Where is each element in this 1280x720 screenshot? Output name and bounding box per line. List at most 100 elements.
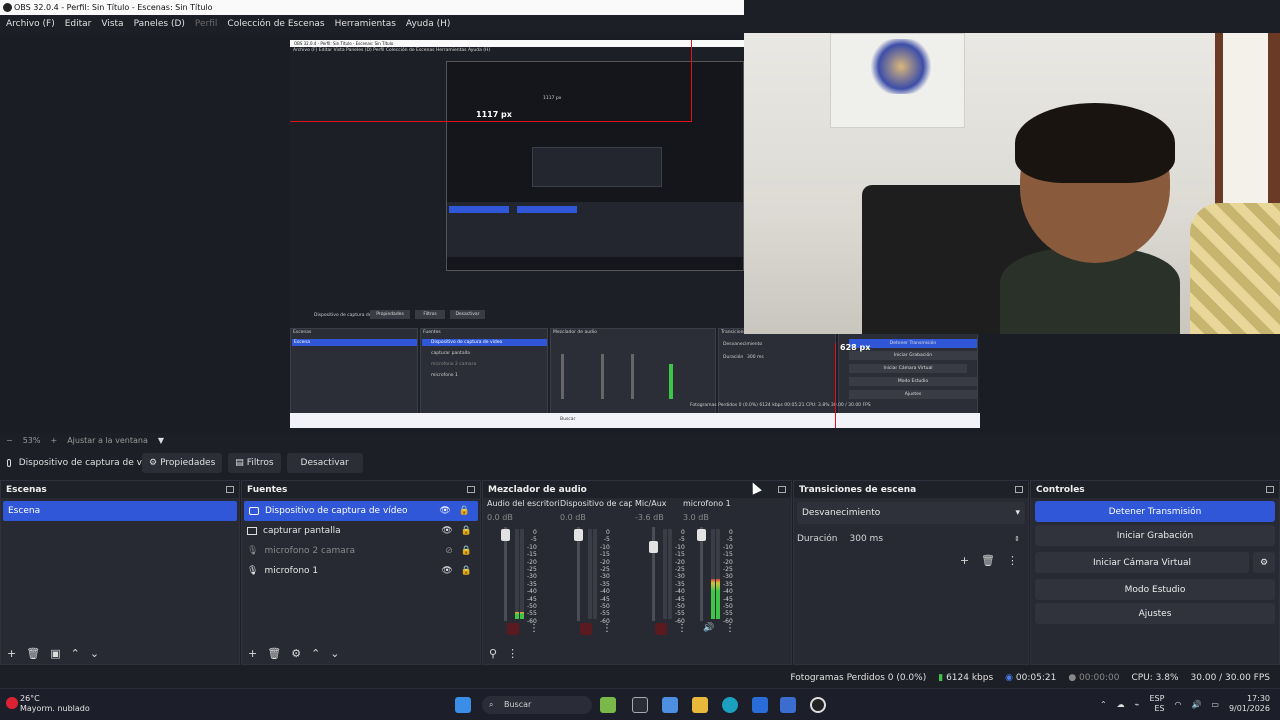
trash-icon[interactable]: 🗑 bbox=[981, 554, 995, 567]
speaker-icon[interactable]: 🔊 bbox=[703, 623, 715, 635]
fader-knob[interactable] bbox=[697, 529, 706, 541]
windows-start-icon[interactable] bbox=[455, 697, 471, 713]
menu-paneles[interactable]: Paneles (D) bbox=[134, 19, 185, 29]
language-indicator[interactable]: ESP ES bbox=[1149, 694, 1164, 714]
add-transition-icon[interactable]: + bbox=[960, 554, 969, 567]
source-item-mic1[interactable]: 🎙 microfono 1 👁 🔒 bbox=[242, 561, 480, 581]
edge-icon[interactable] bbox=[722, 697, 738, 713]
scene-item[interactable]: Escena bbox=[3, 501, 237, 521]
stream-time: ◉ 00:05:21 bbox=[1005, 673, 1056, 683]
taskbar-widget-icon[interactable] bbox=[600, 697, 616, 713]
menu-archivo[interactable]: Archivo (F) bbox=[6, 19, 55, 29]
muted-speaker-icon[interactable] bbox=[655, 623, 667, 635]
volume-fader[interactable] bbox=[574, 527, 583, 621]
battery-icon[interactable]: ▭ bbox=[1211, 700, 1219, 709]
undock-icon[interactable] bbox=[778, 486, 786, 493]
copilot-icon[interactable] bbox=[662, 697, 678, 713]
system-tray: ⌃ ☁ ⌁ ESP ES ◠ 🔊 ▭ 17:30 9/01/2026 bbox=[1100, 694, 1270, 714]
stepper-icon[interactable]: ⇕ bbox=[1014, 535, 1020, 543]
menu-perfil[interactable]: Perfil bbox=[195, 19, 218, 29]
move-up-icon[interactable]: ⌃ bbox=[71, 647, 80, 660]
link-icon[interactable]: ⚲ bbox=[489, 647, 497, 660]
add-source-icon[interactable]: + bbox=[248, 647, 257, 660]
zoom-in-button[interactable]: + bbox=[50, 436, 57, 445]
eye-icon[interactable]: 👁 bbox=[441, 566, 452, 576]
settings-button[interactable]: Ajustes bbox=[1035, 603, 1275, 624]
transition-select[interactable]: Desvanecimiento ▾ bbox=[797, 502, 1025, 524]
start-virtual-cam-button[interactable]: Iniciar Cámara Virtual bbox=[1035, 552, 1249, 573]
eye-icon[interactable]: 👁 bbox=[441, 526, 452, 536]
trash-icon[interactable]: 🗑 bbox=[267, 647, 281, 660]
wifi-icon[interactable]: ◠ bbox=[1174, 700, 1181, 709]
zoom-dropdown-icon[interactable]: ▼ bbox=[158, 436, 164, 445]
undock-icon[interactable] bbox=[1266, 486, 1274, 493]
undock-icon[interactable] bbox=[226, 486, 234, 493]
lock-icon[interactable]: 🔒 bbox=[461, 546, 472, 556]
taskbar-search[interactable]: ⌕ Buscar bbox=[482, 696, 592, 714]
outlook-icon[interactable] bbox=[780, 697, 796, 713]
preview-area[interactable]: OBS 32.0.4 - Perfil: Sin Título - Escena… bbox=[0, 33, 1280, 433]
more-icon[interactable]: ⋮ bbox=[602, 623, 612, 634]
gear-icon[interactable]: ⚙ bbox=[291, 647, 301, 660]
source-item-camera[interactable]: Dispositivo de captura de vídeo 👁 🔒 bbox=[244, 501, 478, 521]
nested-duration-value: 300 ms bbox=[747, 355, 764, 360]
db-scale-tick: -55 bbox=[527, 610, 537, 618]
move-down-icon[interactable]: ⌄ bbox=[330, 647, 339, 660]
eye-hidden-icon[interactable]: ⊘ bbox=[445, 546, 453, 556]
undock-icon[interactable] bbox=[467, 486, 475, 493]
start-recording-button[interactable]: Iniciar Grabación bbox=[1035, 525, 1275, 546]
db-scale-tick: -50 bbox=[600, 603, 610, 611]
nested-deeper-sel2 bbox=[517, 206, 577, 213]
task-view-icon[interactable] bbox=[632, 697, 648, 713]
move-up-icon[interactable]: ⌃ bbox=[311, 647, 320, 660]
cloud-icon[interactable]: ☁ bbox=[1117, 700, 1125, 709]
more-icon[interactable]: ⋮ bbox=[725, 623, 735, 634]
usb-icon[interactable]: ⌁ bbox=[1135, 700, 1140, 709]
source-item-screen[interactable]: capturar pantalla 👁 🔒 bbox=[242, 521, 480, 541]
source-item-mic2[interactable]: 🎙 microfono 2 camara ⊘ 🔒 bbox=[242, 541, 480, 561]
height-marker: 628 px bbox=[840, 343, 871, 352]
filters-button[interactable]: ▤ Filtros bbox=[228, 453, 281, 473]
studio-mode-button[interactable]: Modo Estudio bbox=[1035, 579, 1275, 600]
chevron-up-icon[interactable]: ⌃ bbox=[1100, 700, 1107, 709]
duration-input[interactable]: 300 ms bbox=[850, 534, 1015, 544]
menu-ayuda[interactable]: Ayuda (H) bbox=[406, 19, 450, 29]
undock-icon[interactable] bbox=[1015, 486, 1023, 493]
volume-fader[interactable] bbox=[501, 527, 510, 621]
fader-knob[interactable] bbox=[574, 529, 583, 541]
menu-coleccion-escenas[interactable]: Colección de Escenas bbox=[227, 19, 324, 29]
fit-window-label[interactable]: Ajustar a la ventana bbox=[67, 436, 148, 445]
lock-icon[interactable]: 🔒 bbox=[459, 506, 470, 516]
menu-herramientas[interactable]: Herramientas bbox=[335, 19, 396, 29]
stop-stream-button[interactable]: Detener Transmisión bbox=[1035, 501, 1275, 522]
deactivate-button[interactable]: Desactivar bbox=[286, 453, 363, 473]
trash-icon[interactable]: 🗑 bbox=[26, 647, 40, 660]
zoom-out-button[interactable]: − bbox=[6, 436, 13, 445]
properties-button[interactable]: ⚙ Propiedades bbox=[142, 453, 223, 473]
volume-icon[interactable]: 🔊 bbox=[1191, 700, 1201, 709]
menu-vista[interactable]: Vista bbox=[101, 19, 123, 29]
more-icon[interactable]: ⋮ bbox=[507, 647, 518, 660]
controls-title: Controles bbox=[1036, 484, 1085, 495]
add-scene-icon[interactable]: + bbox=[7, 647, 16, 660]
fader-knob[interactable] bbox=[501, 529, 510, 541]
scene-filter-icon[interactable]: ▣ bbox=[50, 647, 60, 660]
eye-icon[interactable]: 👁 bbox=[439, 506, 450, 516]
weather-widget[interactable]: 26°C Mayorm. nublado bbox=[20, 694, 90, 714]
muted-speaker-icon[interactable] bbox=[507, 623, 519, 635]
fader-knob[interactable] bbox=[649, 541, 658, 553]
lock-icon[interactable]: 🔒 bbox=[461, 526, 472, 536]
clock[interactable]: 17:30 9/01/2026 bbox=[1229, 694, 1270, 714]
file-explorer-icon[interactable] bbox=[692, 697, 708, 713]
vcam-settings-icon[interactable]: ⚙ bbox=[1253, 552, 1275, 573]
more-icon[interactable]: ⋮ bbox=[1007, 554, 1018, 567]
move-down-icon[interactable]: ⌄ bbox=[90, 647, 99, 660]
more-icon[interactable]: ⋮ bbox=[529, 623, 539, 634]
obs-taskbar-icon[interactable] bbox=[810, 697, 826, 713]
volume-fader[interactable] bbox=[697, 527, 706, 621]
menu-editar[interactable]: Editar bbox=[65, 19, 92, 29]
volume-fader[interactable] bbox=[649, 527, 658, 621]
store-icon[interactable] bbox=[752, 697, 768, 713]
lock-icon[interactable]: 🔒 bbox=[461, 566, 472, 576]
muted-speaker-icon[interactable] bbox=[580, 623, 592, 635]
